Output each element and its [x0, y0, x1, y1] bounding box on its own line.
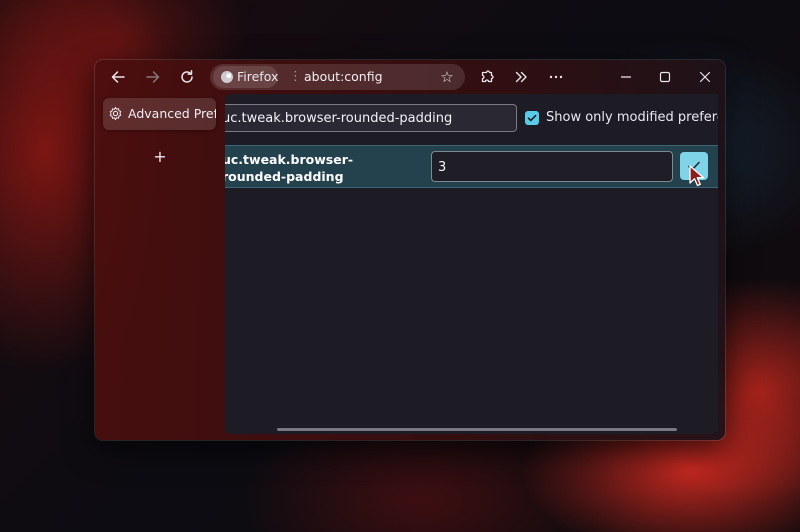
minimize-icon[interactable] [614, 65, 638, 89]
reload-icon[interactable] [175, 65, 199, 89]
url-text[interactable]: about:config [304, 69, 383, 84]
preference-value: 3 [438, 160, 447, 175]
identity-box[interactable]: Firefox [213, 66, 278, 88]
maximize-icon[interactable] [653, 65, 677, 89]
show-modified-label[interactable]: Show only modified preferences [546, 110, 718, 125]
forward-arrow-icon[interactable] [141, 65, 165, 89]
preference-name: uc.tweak.browser-rounded-padding [225, 152, 354, 184]
gear-icon [108, 106, 123, 125]
tab-advanced-preferences[interactable]: Advanced Preferences [103, 98, 216, 130]
preference-search-input[interactable]: uc.tweak.browser-rounded-padding [225, 104, 517, 132]
about-config-page: uc.tweak.browser-rounded-padding Show on… [225, 94, 718, 434]
browser-window: Firefox ⋮ about:config ☆ Advanced Pref +… [95, 60, 725, 440]
tab-label: Advanced Preferences [128, 106, 216, 121]
show-modified-checkbox[interactable] [525, 111, 539, 125]
star-icon[interactable]: ☆ [436, 66, 458, 88]
navigation-toolbar: Firefox ⋮ about:config ☆ [95, 60, 725, 94]
chevrons-right-icon[interactable] [509, 65, 533, 89]
mouse-cursor [689, 165, 705, 187]
new-tab-button[interactable]: + [150, 146, 170, 166]
firefox-logo-icon [221, 71, 233, 83]
horizontal-scrollbar[interactable] [277, 428, 677, 431]
back-arrow-icon[interactable] [106, 65, 130, 89]
search-value: uc.tweak.browser-rounded-padding [225, 111, 453, 126]
preference-value-input[interactable]: 3 [431, 151, 673, 182]
url-separator: ⋮ [289, 69, 302, 84]
url-bar[interactable]: Firefox ⋮ about:config ☆ [210, 64, 465, 90]
more-dots-icon[interactable] [544, 65, 568, 89]
puzzle-icon[interactable] [475, 65, 499, 89]
close-icon[interactable] [693, 65, 717, 89]
identity-label: Firefox [237, 69, 279, 84]
vertical-tabs-sidebar: Advanced Preferences + [95, 94, 225, 440]
preference-row[interactable]: uc.tweak.browser-rounded-padding 3 [225, 145, 718, 188]
